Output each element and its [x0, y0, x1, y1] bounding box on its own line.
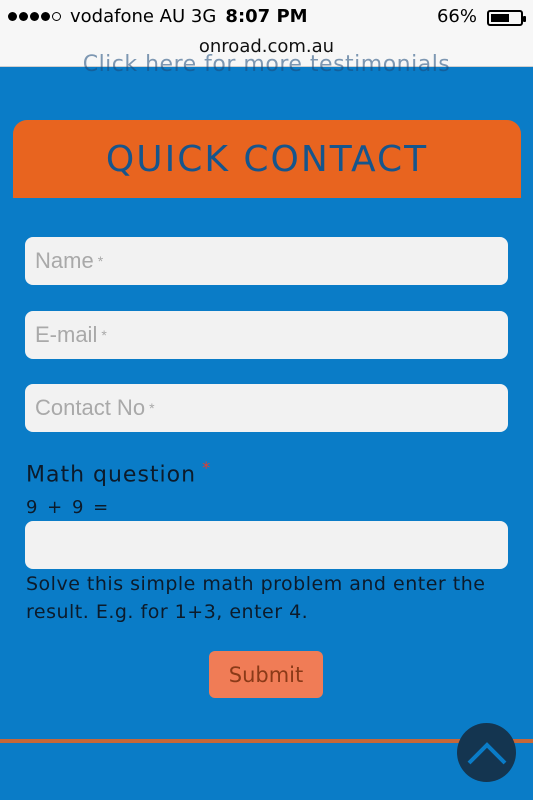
- battery-icon: [487, 10, 526, 26]
- email-placeholder: E-mail: [35, 322, 98, 347]
- required-mark: *: [202, 458, 212, 477]
- required-mark: *: [97, 253, 104, 269]
- scroll-to-top-button[interactable]: [457, 723, 516, 782]
- math-question-label: Math question *: [26, 458, 211, 487]
- name-field[interactable]: Name *: [25, 237, 508, 285]
- contact-number-field[interactable]: Contact No *: [25, 384, 508, 432]
- required-mark: *: [101, 327, 107, 343]
- chevron-up-icon: [467, 741, 506, 764]
- submit-button[interactable]: Submit: [209, 651, 323, 698]
- math-hint-text: Solve this simple math problem and enter…: [26, 573, 486, 623]
- required-mark: *: [149, 400, 155, 416]
- card-header: QUICK CONTACT: [13, 120, 521, 198]
- email-field[interactable]: E-mail *: [25, 311, 508, 359]
- battery-percent: 66%: [436, 6, 477, 27]
- math-answer-field[interactable]: [25, 521, 508, 569]
- name-placeholder: Name: [35, 248, 94, 273]
- math-question-text: 9 + 9 =: [26, 497, 111, 518]
- contact-placeholder: Contact No: [35, 395, 146, 420]
- testimonials-link[interactable]: Click here for more testimonials: [0, 52, 533, 77]
- math-label-text: Math question: [26, 462, 197, 488]
- section-divider: [0, 739, 533, 743]
- card-title: QUICK CONTACT: [105, 138, 429, 180]
